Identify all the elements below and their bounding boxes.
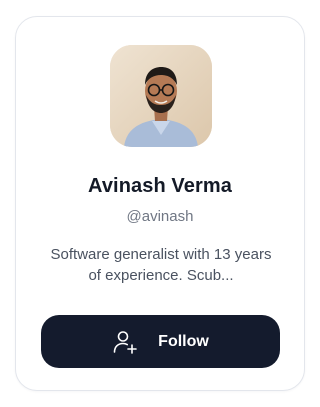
profile-card: Avinash Verma @avinash Software generali… bbox=[15, 16, 305, 391]
profile-handle: @avinash bbox=[126, 208, 194, 225]
follow-button-label: Follow bbox=[158, 332, 209, 350]
avatar-photo bbox=[110, 45, 212, 147]
profile-bio: Software generalist with 13 years of exp… bbox=[50, 246, 272, 284]
follow-button[interactable]: Follow bbox=[41, 315, 280, 368]
user-plus-icon bbox=[112, 329, 138, 355]
avatar bbox=[110, 45, 212, 147]
profile-name: Avinash Verma bbox=[88, 175, 232, 197]
